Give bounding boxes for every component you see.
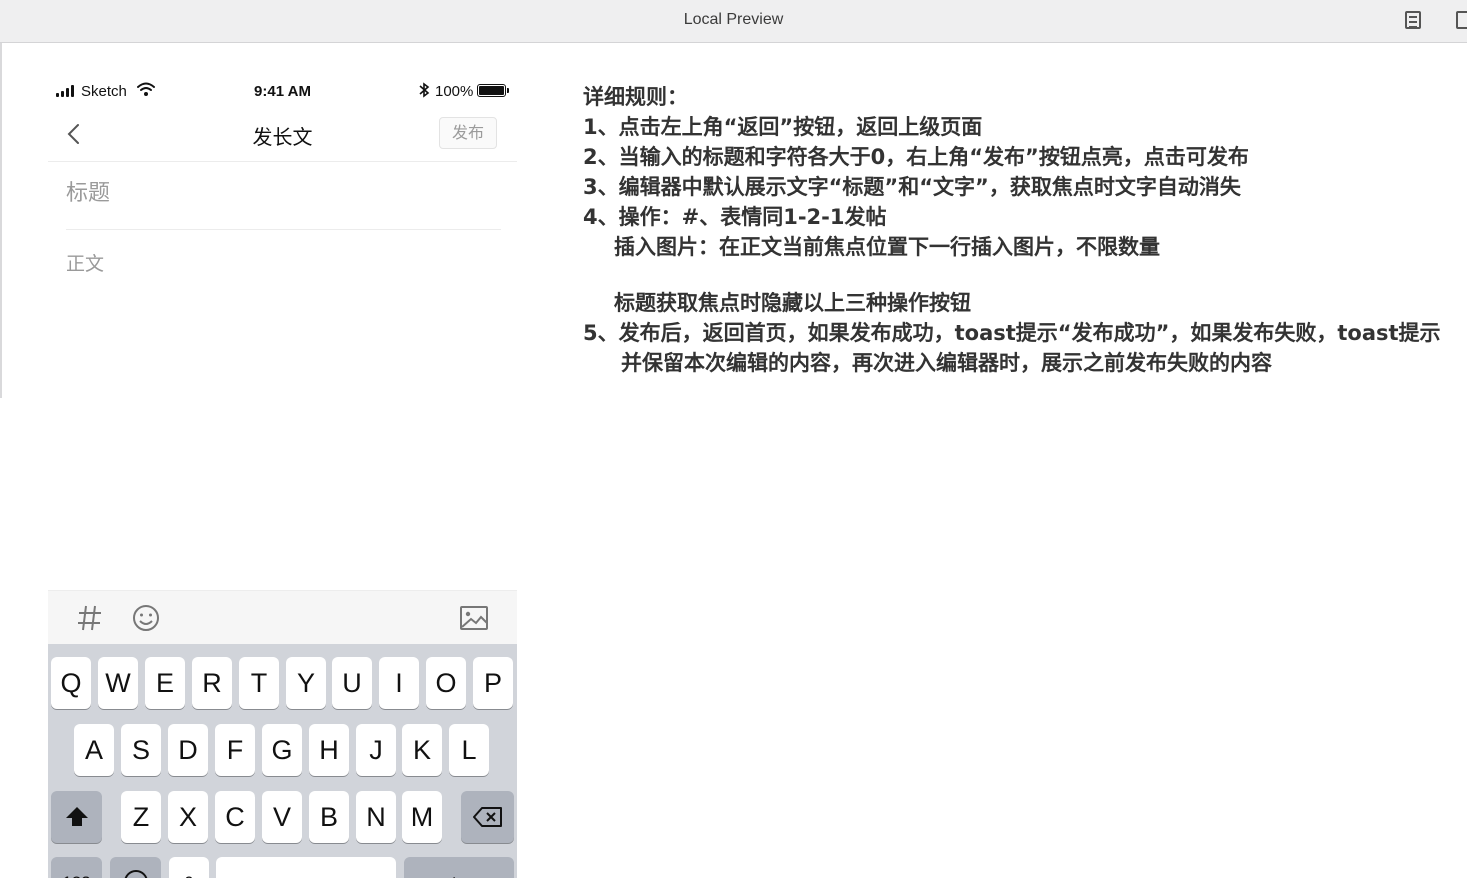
rule-line-5-cont: 并保留本次编辑的内容，再次进入编辑器时，展示之前发布失败的内容 [621, 351, 1272, 375]
space-key[interactable]: space [216, 857, 396, 878]
rule-line-4-note: 标题获取焦点时隐藏以上三种操作按钮 [614, 291, 971, 315]
key-o[interactable]: O [426, 657, 466, 709]
backspace-key[interactable] [461, 791, 514, 843]
rule-line-1: 1、点击左上角“返回”按钮，返回上级页面 [583, 115, 983, 139]
body-input[interactable]: 正文 [66, 249, 501, 579]
shift-key[interactable] [51, 791, 102, 843]
key-k[interactable]: K [402, 724, 442, 776]
numbers-key[interactable]: 123 [51, 857, 102, 878]
editor-toolbar [48, 590, 517, 645]
bluetooth-icon [419, 82, 430, 98]
dictation-key[interactable]: 0 [169, 857, 209, 878]
key-q[interactable]: Q [51, 657, 91, 709]
key-v[interactable]: V [262, 791, 302, 843]
nav-bar: 发长文 发布 [48, 109, 517, 162]
key-e[interactable]: E [145, 657, 185, 709]
key-h[interactable]: H [309, 724, 349, 776]
rule-line-4: 4、操作：#、表情同1-2-1发帖 [583, 205, 887, 229]
keyboard: Q W E R T Y U I O P A S D F G H J K L Z … [48, 644, 517, 878]
battery-percentage: 100% [435, 83, 474, 100]
key-f[interactable]: F [215, 724, 255, 776]
battery-icon [477, 84, 509, 97]
list-view-icon[interactable] [1405, 11, 1421, 29]
emoji-icon[interactable] [128, 600, 164, 636]
key-d[interactable]: D [168, 724, 208, 776]
window-title: Local Preview [683, 11, 784, 28]
key-n[interactable]: N [356, 791, 396, 843]
key-y[interactable]: Y [286, 657, 326, 709]
key-g[interactable]: G [262, 724, 302, 776]
key-t[interactable]: T [239, 657, 279, 709]
return-key[interactable]: return [404, 857, 514, 878]
key-r[interactable]: R [192, 657, 232, 709]
left-divider [0, 43, 2, 398]
key-b[interactable]: B [309, 791, 349, 843]
rule-line-2: 2、当输入的标题和字符各大于0，右上角“发布”按钮点亮，点击可发布 [583, 145, 1249, 169]
key-p[interactable]: P [473, 657, 513, 709]
key-z[interactable]: Z [121, 791, 161, 843]
rules-panel: 详细规则： 1、点击左上角“返回”按钮，返回上级页面 2、当输入的标题和字符各大… [583, 82, 1467, 378]
hash-icon[interactable] [72, 600, 108, 636]
key-c[interactable]: C [215, 791, 255, 843]
key-i[interactable]: I [379, 657, 419, 709]
rule-line-3: 3、编辑器中默认展示文字“标题”和“文字”，获取焦点时文字自动消失 [583, 175, 1241, 199]
key-j[interactable]: J [356, 724, 396, 776]
key-x[interactable]: X [168, 791, 208, 843]
rule-line-5: 5、发布后，返回首页，如果发布成功，toast提示“发布成功”，如果发布失败，t… [583, 321, 1441, 345]
emoji-icon [124, 870, 147, 878]
rules-heading: 详细规则： [583, 85, 688, 109]
expand-icon[interactable] [1456, 11, 1467, 29]
key-s[interactable]: S [121, 724, 161, 776]
key-l[interactable]: L [449, 724, 489, 776]
window-titlebar: Local Preview [0, 0, 1467, 43]
key-u[interactable]: U [332, 657, 372, 709]
shift-icon [65, 807, 88, 826]
key-a[interactable]: A [74, 724, 114, 776]
status-bar: Sketch 9:41 AM 100% [48, 81, 517, 101]
phone-screen: Sketch 9:41 AM 100% 发长文 发布 标题 正文 Q W E R… [48, 43, 517, 878]
publish-button[interactable]: 发布 [439, 117, 497, 149]
title-input[interactable]: 标题 [66, 169, 501, 230]
emoji-keyboard-key[interactable] [110, 857, 161, 878]
rule-line-4-sub: 插入图片：在正文当前焦点位置下一行插入图片，不限数量 [614, 235, 1160, 259]
key-m[interactable]: M [402, 791, 442, 843]
image-icon[interactable] [456, 600, 492, 636]
key-w[interactable]: W [98, 657, 138, 709]
backspace-icon [472, 807, 502, 827]
